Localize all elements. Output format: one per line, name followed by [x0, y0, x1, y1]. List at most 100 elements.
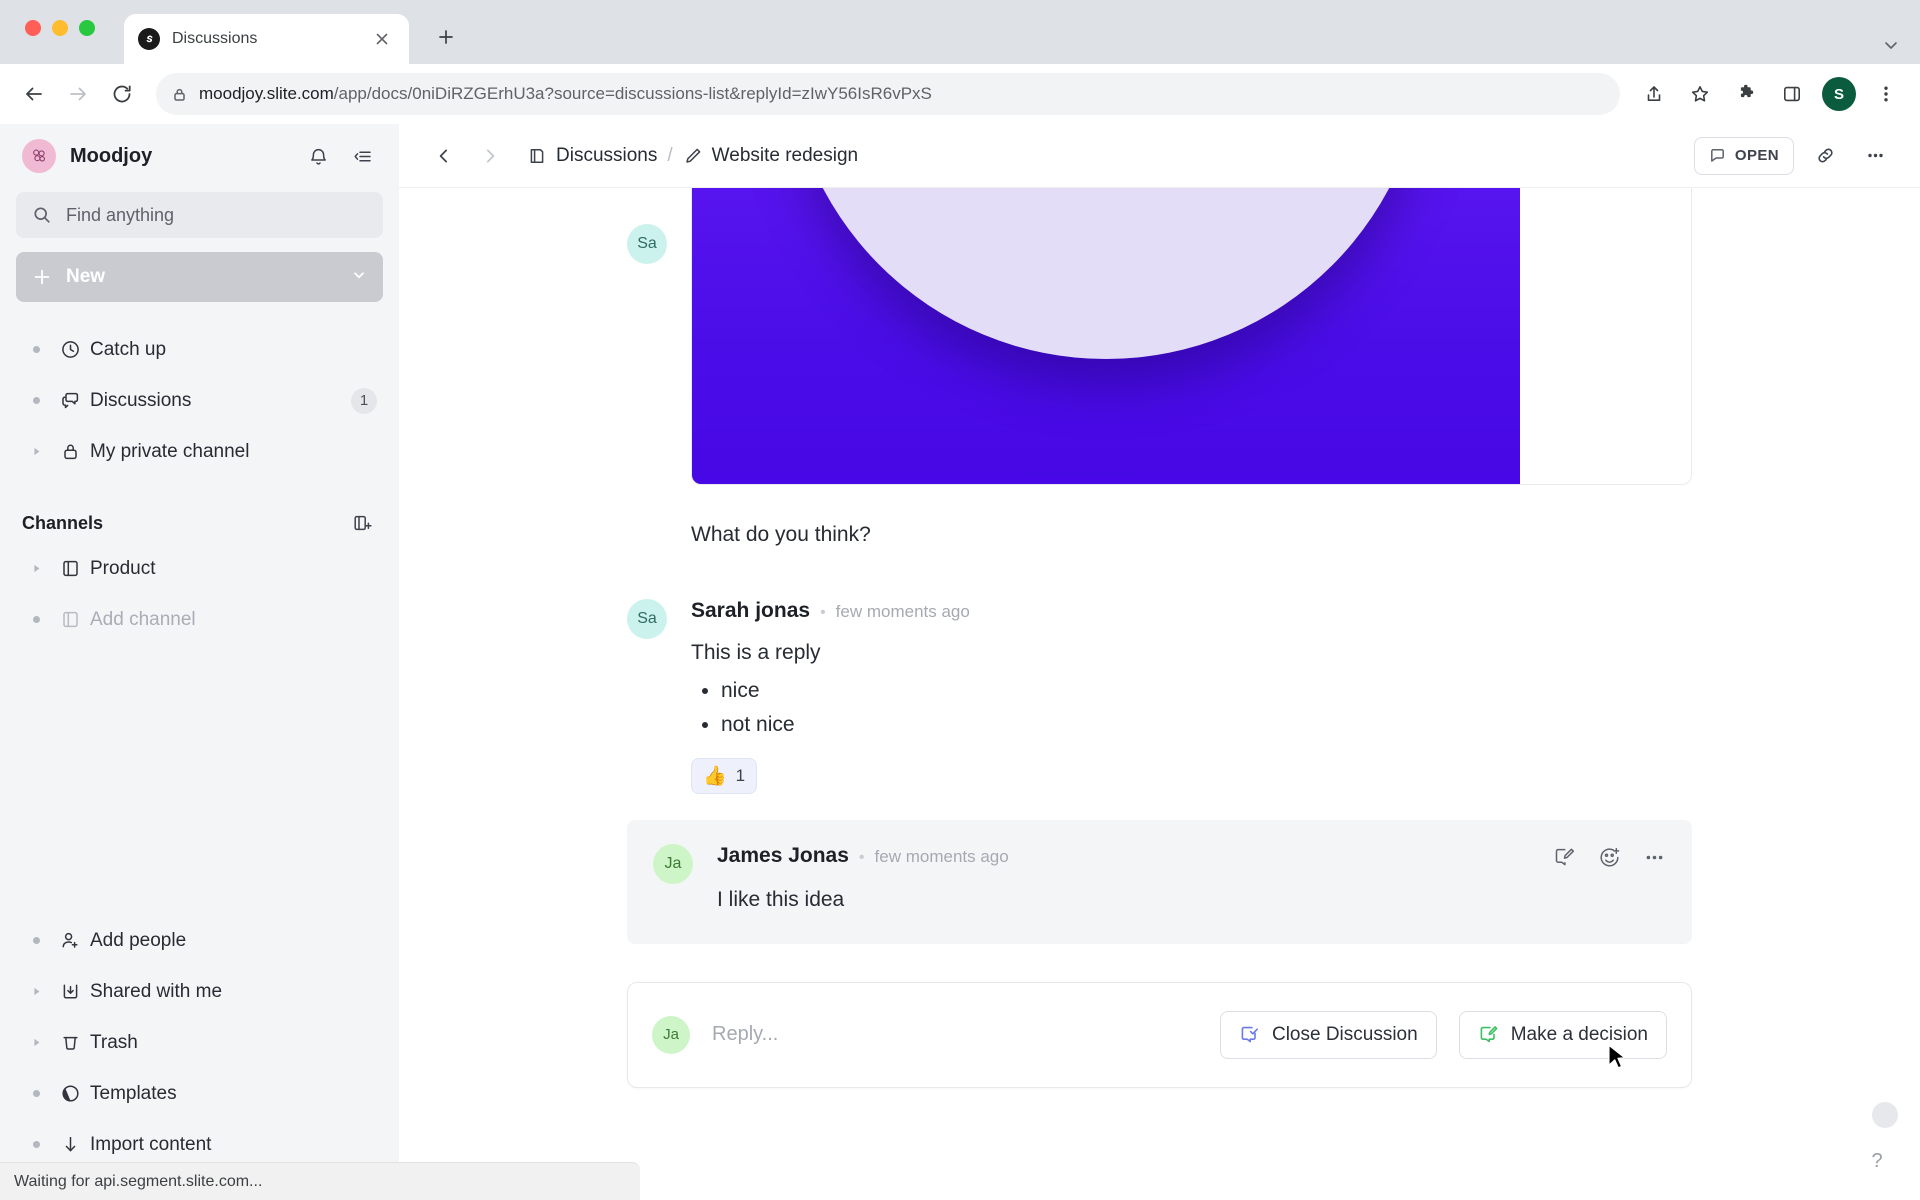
avatar[interactable]: Sa: [627, 598, 667, 639]
message-author: Sarah jonas: [691, 598, 811, 622]
star-icon[interactable]: [1680, 74, 1720, 114]
channels-section-header: Channels: [16, 503, 383, 543]
avatar[interactable]: Sa: [627, 224, 667, 264]
maximize-window-button[interactable]: [79, 20, 95, 36]
expand-twisty-icon[interactable]: [22, 446, 50, 457]
close-icon[interactable]: [369, 26, 395, 52]
sidebar-item-product[interactable]: Product: [16, 543, 383, 594]
expand-twisty-icon[interactable]: [22, 1037, 50, 1048]
chat-bubble-fab-icon[interactable]: [1872, 1102, 1898, 1128]
reply-composer[interactable]: Ja Reply... Close Discussion Make a deci…: [627, 981, 1692, 1088]
app-root: Moodjoy Find anything New Catch up Discu…: [0, 124, 1920, 1200]
link-icon[interactable]: [1806, 137, 1844, 175]
open-status-button[interactable]: OPEN: [1693, 136, 1794, 175]
tab-list-button[interactable]: [1882, 36, 1910, 54]
kebab-menu-icon[interactable]: [1866, 74, 1906, 114]
search-icon: [32, 205, 52, 225]
close-window-button[interactable]: [25, 20, 41, 36]
browser-tab[interactable]: Discussions: [124, 14, 409, 64]
highlighted-reply-message[interactable]: Ja James Jonas • few moments ago I like …: [627, 820, 1692, 944]
close-discussion-icon: [1239, 1024, 1260, 1045]
bullet-marker-icon: [22, 1090, 50, 1097]
browser-window: Discussions moodjoy.slite.com/app/docs/0: [0, 0, 1920, 1200]
message-bullet-list: nice not nice: [721, 674, 1692, 742]
side-panel-icon[interactable]: [1772, 74, 1812, 114]
sidebar-item-label: Discussions: [90, 389, 192, 411]
minimize-window-button[interactable]: [52, 20, 68, 36]
add-channel-icon[interactable]: [347, 508, 377, 538]
search-input[interactable]: Find anything: [16, 192, 383, 238]
make-decision-label: Make a decision: [1510, 1023, 1648, 1045]
sidebar-item-label: Templates: [90, 1082, 177, 1104]
sidebar-item-label: My private channel: [90, 440, 250, 462]
profile-avatar[interactable]: S: [1822, 77, 1856, 111]
new-tab-button[interactable]: [429, 20, 463, 54]
kebab-menu-icon[interactable]: [1856, 137, 1894, 175]
close-discussion-label: Close Discussion: [1271, 1023, 1418, 1045]
sidebar-item-discussions[interactable]: Discussions 1: [16, 375, 383, 426]
url-bar[interactable]: moodjoy.slite.com/app/docs/0niDiRZGErhU3…: [156, 73, 1620, 115]
avatar[interactable]: Ja: [653, 844, 693, 885]
primary-nav: Catch up Discussions 1 My private channe…: [16, 324, 383, 477]
sidebar-item-templates[interactable]: Templates: [16, 1068, 383, 1119]
sidebar-item-trash[interactable]: Trash: [16, 1017, 383, 1068]
reload-icon[interactable]: [102, 74, 142, 114]
breadcrumb-root-label: Discussions: [556, 144, 658, 166]
thumbs-up-icon: 👍: [703, 766, 727, 788]
sidebar: Moodjoy Find anything New Catch up Discu…: [0, 124, 399, 1200]
message-meta: James Jonas • few moments ago: [717, 844, 1666, 868]
breadcrumb-root[interactable]: Discussions: [527, 145, 657, 167]
breadcrumb-separator: /: [667, 144, 673, 166]
unread-badge: 1: [351, 387, 377, 414]
chevron-left-icon[interactable]: [425, 137, 463, 175]
window-controls[interactable]: [25, 20, 95, 36]
breadcrumb-current[interactable]: Website redesign: [683, 145, 858, 167]
meta-separator: •: [858, 849, 865, 867]
sidebar-item-label: Import content: [90, 1133, 212, 1155]
close-discussion-button[interactable]: Close Discussion: [1219, 1010, 1437, 1059]
sidebar-item-label: Shared with me: [90, 980, 223, 1002]
bullet-marker-icon: [22, 397, 50, 404]
thread-scroll-area[interactable]: Sa What do you think? Sa Sarah jonas • f…: [399, 188, 1920, 1200]
expand-twisty-icon[interactable]: [22, 563, 50, 574]
new-button[interactable]: New: [16, 252, 383, 302]
make-decision-button[interactable]: Make a decision: [1458, 1010, 1667, 1059]
sidebar-item-my-private-channel[interactable]: My private channel: [16, 426, 383, 477]
url-path: /app/docs/0niDiRZGErhU3a?source=discussi…: [333, 84, 932, 103]
avatar: Ja: [652, 1015, 690, 1054]
add-doc-icon: [50, 609, 90, 630]
image-attachment-card[interactable]: [691, 188, 1692, 485]
kebab-menu-icon[interactable]: [1643, 846, 1666, 869]
back-arrow-icon[interactable]: [14, 74, 54, 114]
open-status-label: OPEN: [1734, 147, 1779, 164]
share-icon[interactable]: [1634, 74, 1674, 114]
help-fab-icon[interactable]: ?: [1860, 1144, 1894, 1178]
sidebar-item-add-people[interactable]: Add people: [16, 915, 383, 966]
download-arrow-icon: [50, 1134, 90, 1155]
make-decision-icon: [1478, 1024, 1499, 1045]
pencil-icon: [683, 146, 703, 166]
tab-title: Discussions: [172, 30, 258, 47]
attachment-image: [692, 188, 1520, 484]
chevron-down-icon[interactable]: [351, 267, 367, 288]
edit-icon[interactable]: [1553, 846, 1576, 869]
puzzle-icon[interactable]: [1726, 74, 1766, 114]
clock-icon: [50, 339, 90, 360]
sidebar-item-add-channel[interactable]: Add channel: [16, 594, 383, 645]
sidebar-item-catch-up[interactable]: Catch up: [16, 324, 383, 375]
discussion-thread: Sa What do you think? Sa Sarah jonas • f…: [627, 188, 1692, 1102]
forward-arrow-icon[interactable]: [58, 74, 98, 114]
sidebar-item-shared-with-me[interactable]: Shared with me: [16, 966, 383, 1017]
sidebar-item-label: Product: [90, 557, 156, 579]
add-reaction-icon[interactable]: [1598, 846, 1621, 869]
collapse-sidebar-icon[interactable]: [347, 141, 377, 171]
bullet-marker-icon: [22, 937, 50, 944]
reaction-chip[interactable]: 👍 1: [691, 758, 758, 795]
chevron-right-icon[interactable]: [471, 137, 509, 175]
bell-icon[interactable]: [303, 141, 333, 171]
expand-twisty-icon[interactable]: [22, 986, 50, 997]
new-button-label: New: [66, 266, 106, 287]
sidebar-item-label: Add people: [90, 929, 187, 951]
reply-input[interactable]: Reply...: [712, 1023, 1198, 1046]
trash-icon: [50, 1032, 90, 1053]
